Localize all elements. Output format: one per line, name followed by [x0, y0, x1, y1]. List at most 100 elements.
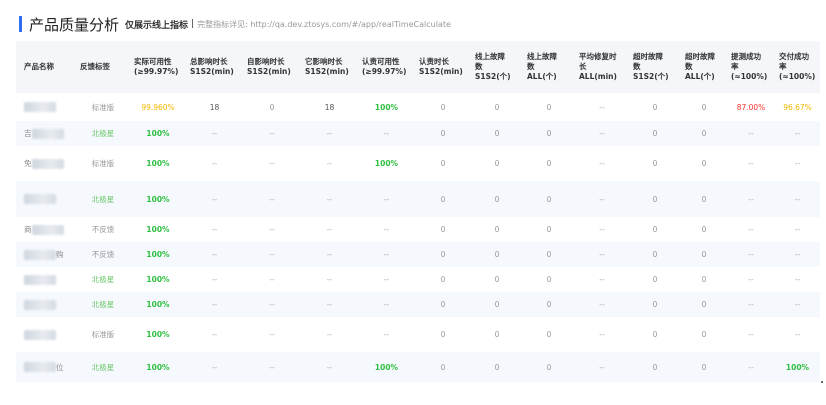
column-header[interactable]: 平均修复时 长 ALL(min) [575, 41, 629, 93]
metric-cell-other: -- [301, 267, 358, 292]
metric-cell-deliver-rate: -- [775, 121, 820, 146]
metric-cell-test-rate: -- [727, 242, 775, 267]
table-body: 标准版 99.960% 18 0 18 100% 0 0 0 -- 0 0 87.00% 96.67% 吉北… [16, 93, 820, 382]
metric-cell-total: -- [186, 181, 243, 217]
metric-cell-test-rate: -- [727, 181, 775, 217]
metric-cell-test-rate: -- [727, 121, 775, 146]
metric-cell-timeout-all: 0 [681, 242, 727, 267]
decorative-dot [821, 381, 823, 383]
metric-cell-deliver-rate: 96.67% [775, 93, 820, 121]
feedback-tag-cell: 不反馈 [76, 242, 130, 267]
table-row[interactable]: 商不反馈 100% -- -- -- -- 0 0 0 -- 0 0 -- -- [16, 217, 820, 242]
metric-cell-self: -- [243, 181, 301, 217]
product-name-cell [16, 93, 76, 121]
table-row[interactable]: 北极星 100% -- -- -- -- 0 0 0 -- 0 0 -- -- [16, 267, 820, 292]
header-separator: | [191, 19, 195, 29]
table-row[interactable]: 免标准版 100% -- -- -- 100% 0 0 0 -- 0 0 -- -- [16, 146, 820, 181]
product-name-suffix: 购 [56, 250, 64, 259]
metric-cell-avail: 100% [130, 217, 186, 242]
metric-cell-online-all: 0 [523, 146, 575, 181]
page-description[interactable]: 完整指标详见: http://qa.dev.ztosys.com/#/app/r… [197, 19, 451, 30]
redacted-product-name [31, 158, 64, 169]
table-row[interactable]: 标准版 100% -- -- -- -- 0 0 0 -- 0 0 -- -- [16, 317, 820, 352]
product-name-prefix: 免 [24, 159, 32, 168]
metric-cell-avg-fix: -- [575, 317, 629, 352]
metric-cell-total: -- [186, 267, 243, 292]
column-header[interactable]: 认责时长 S1S2(min) [415, 41, 471, 93]
feedback-tag-cell: 北极星 [76, 121, 130, 146]
table-row[interactable]: 北极星 100% -- -- -- -- 0 0 0 -- 0 0 -- -- [16, 181, 820, 217]
product-name-suffix: 位 [56, 362, 64, 372]
metric-cell-self: -- [243, 121, 301, 146]
metric-cell-total: -- [186, 121, 243, 146]
product-name-prefix: 商 [24, 225, 32, 234]
column-header[interactable]: 反馈标签 [76, 41, 130, 93]
metric-cell-resp-time: 0 [415, 146, 471, 181]
metric-cell-online-s: 0 [471, 121, 523, 146]
section-header: 产品质量分析 仅展示线上指标 | 完整指标详见: http://qa.dev.z… [19, 14, 451, 34]
metric-cell-resp-time: 0 [415, 352, 471, 382]
metric-cell-other: -- [301, 181, 358, 217]
metric-cell-online-s: 0 [471, 146, 523, 181]
metric-cell-timeout-s: 0 [629, 181, 681, 217]
redacted-product-name [24, 362, 56, 372]
metric-cell-self: -- [243, 217, 301, 242]
metric-cell-avail: 100% [130, 352, 186, 382]
metric-cell-resp-avail: -- [358, 121, 415, 146]
metric-cell-timeout-s: 0 [629, 352, 681, 382]
table-row[interactable]: 北极星 100% -- -- -- -- 0 0 0 -- 0 0 -- -- [16, 292, 820, 317]
column-header[interactable]: 线上故障 数 S1S2(个) [471, 41, 523, 93]
column-header[interactable]: 提测成功 率 (≈100%) [727, 41, 775, 93]
feedback-tag-cell: 标准版 [76, 93, 130, 121]
metric-cell-timeout-s: 0 [629, 242, 681, 267]
metric-cell-self: -- [243, 292, 301, 317]
metric-cell-online-all: 0 [523, 93, 575, 121]
product-name-cell: 免 [16, 146, 76, 181]
column-header[interactable]: 总影响时长 S1S2(min) [186, 41, 243, 93]
table-row[interactable]: 吉北极星 100% -- -- -- -- 0 0 0 -- 0 0 -- -- [16, 121, 820, 146]
product-name-cell: 购 [16, 242, 76, 267]
column-header[interactable]: 实际可用性 (≥99.97%) [130, 41, 186, 93]
column-header[interactable]: 它影响时长 S1S2(min) [301, 41, 358, 93]
metric-cell-timeout-all: 0 [681, 217, 727, 242]
metric-cell-deliver-rate: -- [775, 242, 820, 267]
metric-cell-other: -- [301, 146, 358, 181]
metric-cell-online-all: 0 [523, 267, 575, 292]
column-header[interactable]: 交付成功 率 (≈100%) [775, 41, 820, 93]
metric-cell-resp-avail: -- [358, 242, 415, 267]
feedback-tag-cell: 北极星 [76, 181, 130, 217]
metric-cell-avg-fix: -- [575, 352, 629, 382]
quality-table-container: 产品名称 反馈标签 实际可用性 (≥99.97%) 总影响时长 S1S2(min) 自影… [16, 41, 820, 382]
metric-cell-total: -- [186, 146, 243, 181]
metric-cell-timeout-all: 0 [681, 317, 727, 352]
metric-cell-resp-time: 0 [415, 217, 471, 242]
metric-cell-timeout-all: 0 [681, 181, 727, 217]
redacted-product-name [24, 329, 56, 340]
metric-cell-timeout-all: 0 [681, 146, 727, 181]
product-name-cell [16, 317, 76, 352]
metric-cell-deliver-rate: -- [775, 181, 820, 217]
column-header[interactable]: 线上故障 数 ALL(个) [523, 41, 575, 93]
table-row[interactable]: 购不反馈 100% -- -- -- -- 0 0 0 -- 0 0 -- -- [16, 242, 820, 267]
column-header[interactable]: 认责可用性 (≥99.97%) [358, 41, 415, 93]
quality-table: 产品名称 反馈标签 实际可用性 (≥99.97%) 总影响时长 S1S2(min) 自影… [16, 41, 820, 382]
metric-cell-total: -- [186, 292, 243, 317]
metric-cell-timeout-s: 0 [629, 93, 681, 121]
table-row[interactable]: 标准版 99.960% 18 0 18 100% 0 0 0 -- 0 0 87.00% 96.67% [16, 93, 820, 121]
metric-cell-test-rate: -- [727, 352, 775, 382]
metric-cell-online-all: 0 [523, 217, 575, 242]
metric-cell-timeout-all: 0 [681, 292, 727, 317]
feedback-tag-cell: 北极星 [76, 267, 130, 292]
table-header-row: 产品名称 反馈标签 实际可用性 (≥99.97%) 总影响时长 S1S2(min) 自影… [16, 41, 820, 93]
column-header[interactable]: 产品名称 [16, 41, 76, 93]
metric-cell-online-s: 0 [471, 317, 523, 352]
product-name-cell: 位 [16, 352, 76, 382]
column-header[interactable]: 超时故障 数 ALL(个) [681, 41, 727, 93]
column-header[interactable]: 超时故障 数 S1S2(个) [629, 41, 681, 93]
metric-cell-other: -- [301, 217, 358, 242]
metric-cell-online-s: 0 [471, 217, 523, 242]
table-row[interactable]: 位北极星 100% -- -- -- 100% 0 0 0 -- 0 0 -- 100% [16, 352, 820, 382]
column-header[interactable]: 自影响时长 S1S2(min) [243, 41, 301, 93]
redacted-product-name [24, 274, 56, 285]
metric-cell-resp-time: 0 [415, 121, 471, 146]
